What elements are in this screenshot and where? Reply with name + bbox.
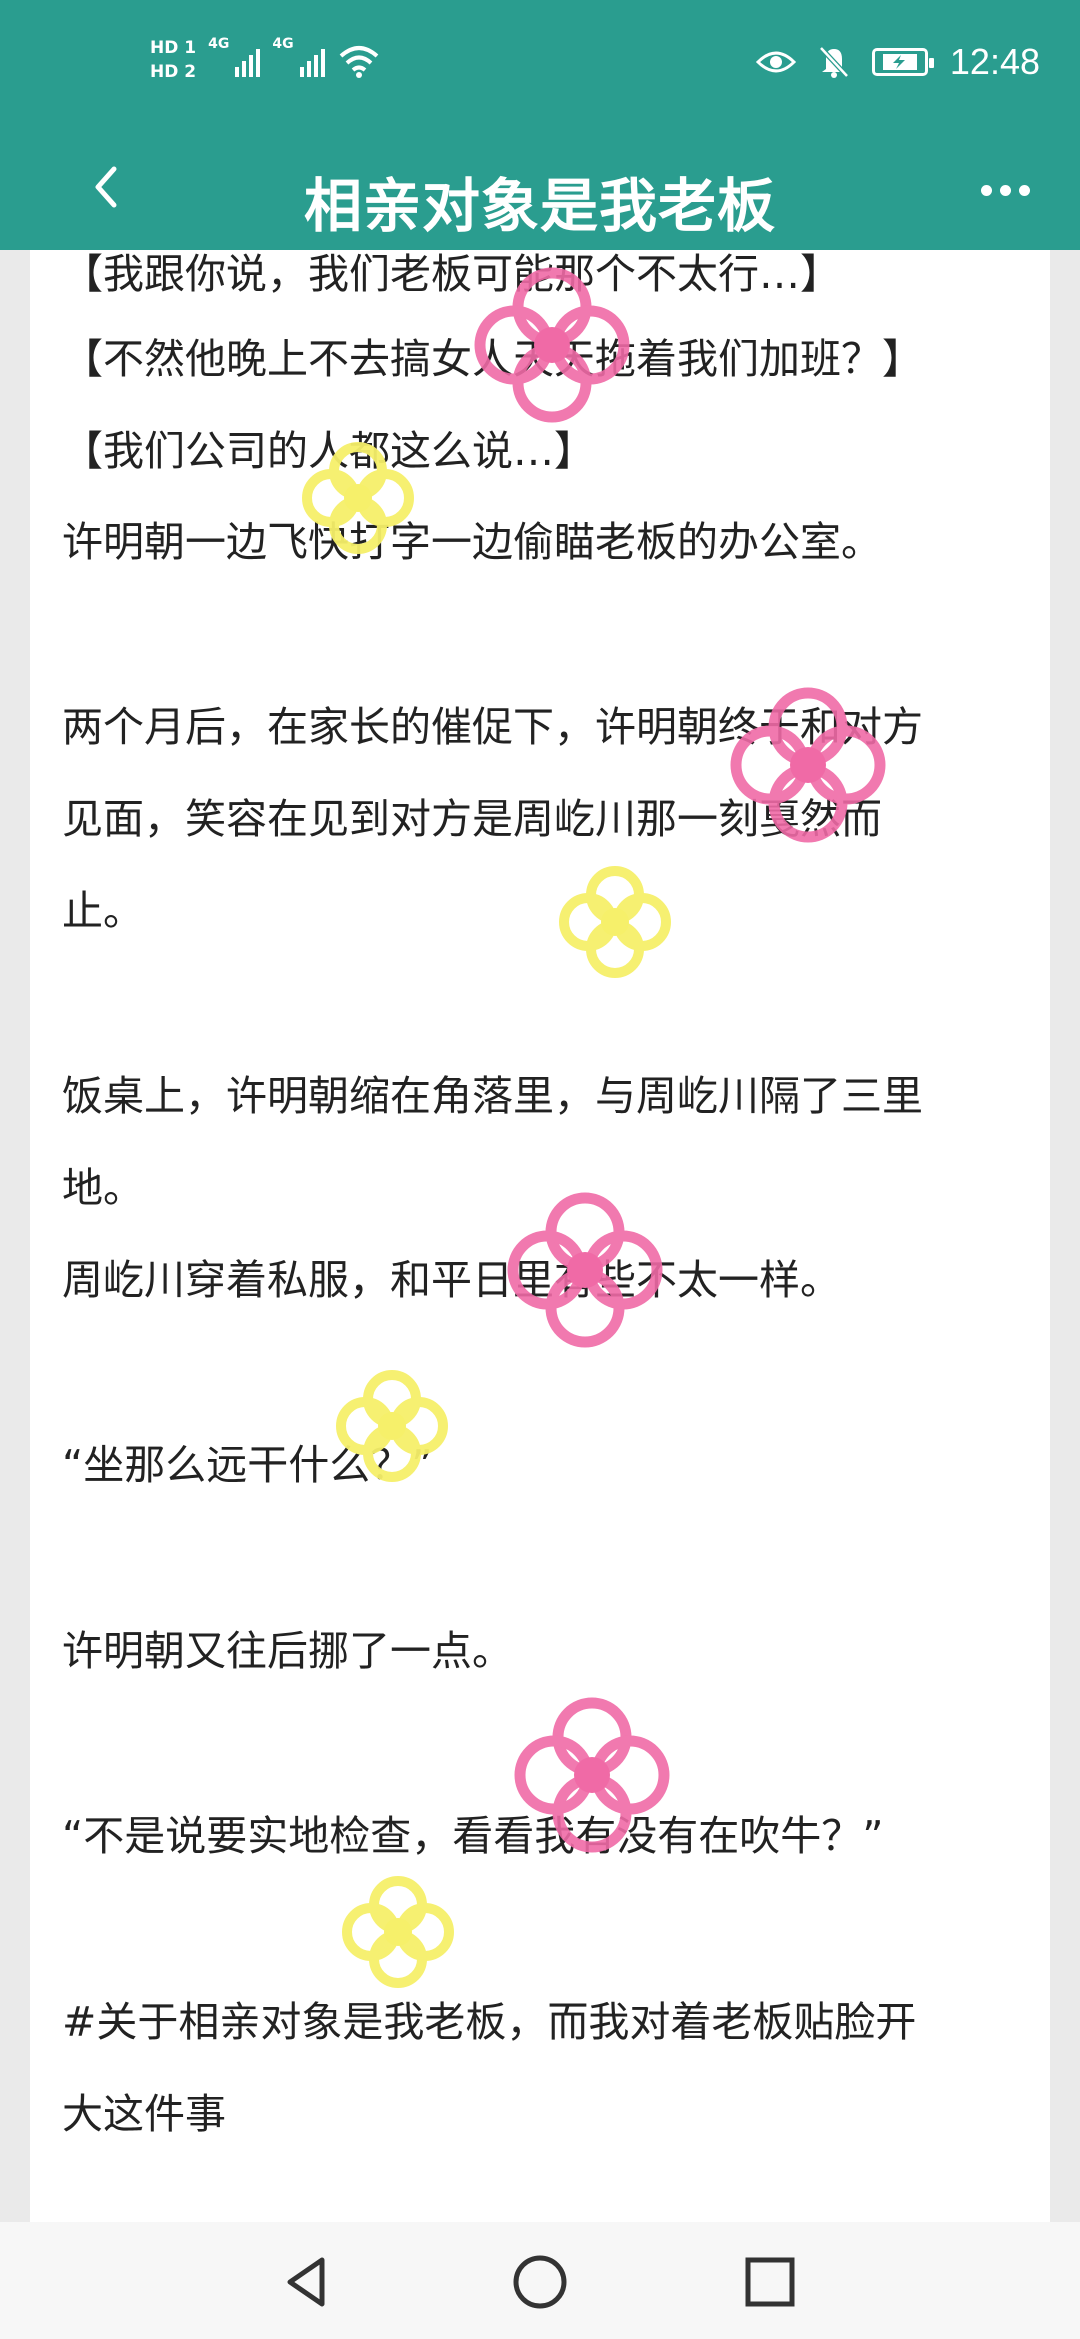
- sim2-label: HD 2: [150, 62, 197, 82]
- article-line: 见面，笑容在见到对方是周屹川那一刻戛然而: [62, 795, 882, 843]
- system-nav-bar: [0, 2222, 1080, 2339]
- status-right: 12:48: [755, 36, 1040, 88]
- more-options-button[interactable]: [970, 165, 1040, 215]
- article-content[interactable]: 【我跟你说，我们老板可能那个不太行…】 【不然他晚上不去搞女人天天拖着我们加班？…: [30, 250, 1050, 2222]
- nav-recents-icon[interactable]: [732, 2244, 808, 2320]
- nav-home-icon[interactable]: [502, 2244, 578, 2320]
- signal-icon: [235, 43, 261, 77]
- more-dots-icon: [980, 184, 992, 196]
- article-line: 【我们公司的人都这么说…】: [62, 427, 595, 475]
- signal-icon: [299, 43, 325, 77]
- status-bar: HD 1 HD 2 4G 4G 12:48: [0, 0, 1080, 125]
- page-title: 相亲对象是我老板: [303, 172, 776, 240]
- article-line: 许明朝一边飞快打字一边偷瞄老板的办公室。: [62, 518, 882, 566]
- mute-bell-icon: [819, 46, 849, 78]
- article-line: “坐那么远干什么？”: [62, 1441, 433, 1489]
- article-line: 地。: [62, 1164, 144, 1212]
- network-type-2: 4G: [272, 36, 294, 52]
- article-line: “不是说要实地检查，看看我有没有在吹牛？”: [62, 1812, 884, 1860]
- article-line: 【不然他晚上不去搞女人天天拖着我们加班？】: [62, 335, 923, 383]
- wifi-icon: [339, 46, 378, 78]
- article-line: 大这件事: [62, 2090, 226, 2138]
- article-line: 许明朝又往后挪了一点。: [62, 1627, 513, 1675]
- article-line: #关于相亲对象是我老板，而我对着老板贴脸开: [62, 1998, 917, 2046]
- article-line: 饭桌上，许明朝缩在角落里，与周屹川隔了三里: [62, 1072, 923, 1120]
- nav-back-icon[interactable]: [270, 2244, 346, 2320]
- app-header: 相亲对象是我老板: [0, 125, 1080, 250]
- article-line: 周屹川穿着私服，和平日里有些不太一样。: [62, 1256, 841, 1304]
- article-line: 【我跟你说，我们老板可能那个不太行…】: [62, 250, 841, 298]
- network-type-1: 4G: [208, 36, 230, 52]
- article-line: 两个月后，在家长的催促下，许明朝终于和对方: [62, 703, 923, 751]
- battery-charging-icon: [871, 48, 934, 76]
- clock: 12:48: [949, 41, 1040, 82]
- article-line: 止。: [62, 887, 144, 935]
- sim1-label: HD 1: [150, 38, 197, 58]
- status-left: HD 1 HD 2 4G 4G: [150, 30, 381, 90]
- sim-indicators: HD 1 HD 2: [150, 38, 196, 82]
- eye-icon: [755, 51, 796, 73]
